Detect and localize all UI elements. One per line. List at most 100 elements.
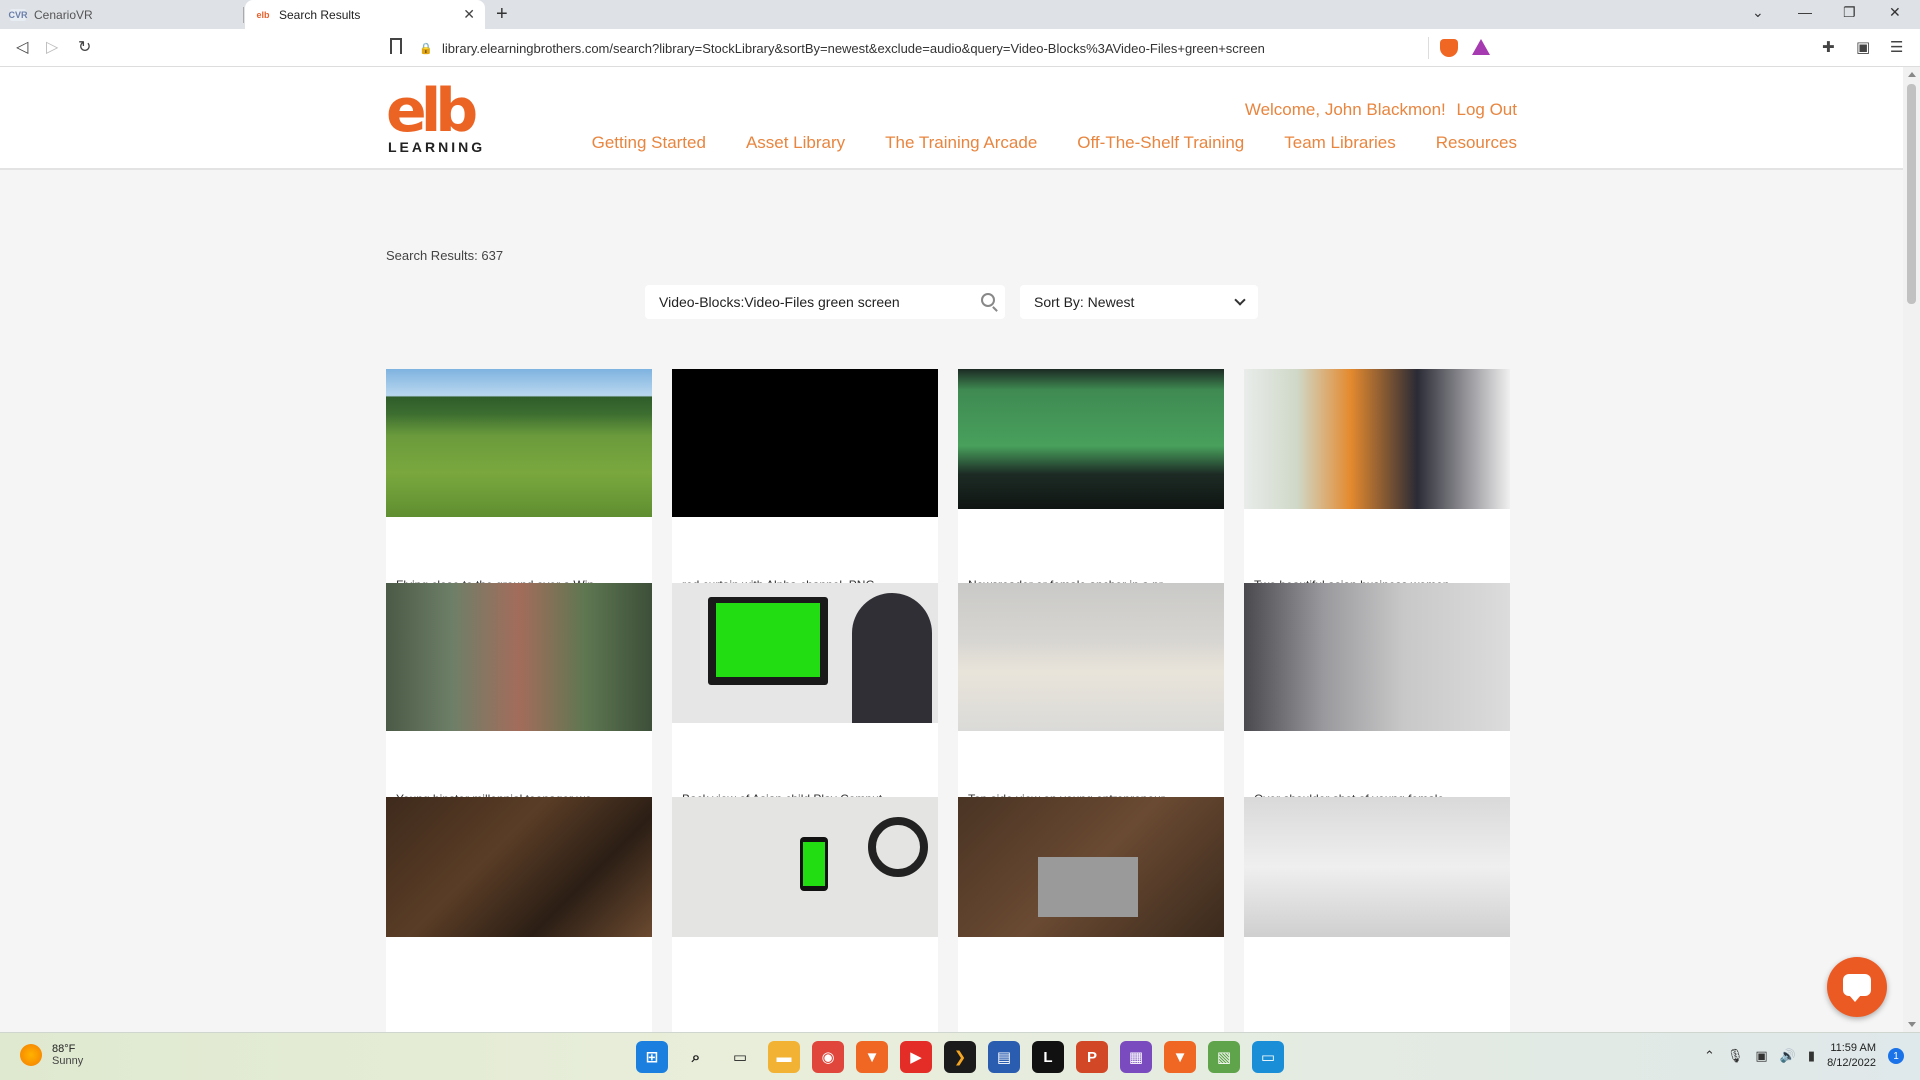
search-query: Video-Blocks:Video-Files green screen	[659, 294, 900, 310]
results-count: Search Results: 637	[386, 248, 504, 263]
video-thumbnail-hipster-laptop	[386, 583, 652, 731]
logo-word: LEARNING	[388, 139, 486, 155]
result-card[interactable]: Back view of Asian child Play Comput...	[672, 583, 938, 824]
weather-temp: 88°F	[52, 1043, 76, 1055]
sun-icon	[20, 1044, 42, 1066]
wallet-icon[interactable]: ▣	[1856, 38, 1870, 56]
new-tab-icon[interactable]: +	[496, 3, 508, 26]
battery-icon[interactable]: ▮	[1808, 1048, 1815, 1064]
brave-rewards-icon[interactable]	[1472, 39, 1490, 55]
logo-mark: elb	[386, 76, 478, 146]
nav-resources[interactable]: Resources	[1436, 133, 1517, 153]
file-explorer-icon[interactable]: ▬	[768, 1041, 800, 1073]
page-scrollbar[interactable]	[1903, 67, 1920, 1032]
logout-link[interactable]: Log Out	[1457, 100, 1518, 119]
scrollbar-thumb[interactable]	[1907, 84, 1916, 304]
restore-icon[interactable]: ❐	[1843, 4, 1856, 21]
result-card[interactable]: Two beautiful asian business women ...	[1244, 369, 1510, 610]
result-card[interactable]: Over shoulder shot of young female ...	[1244, 583, 1510, 824]
green-screen	[716, 603, 820, 677]
chat-button[interactable]	[1827, 957, 1887, 1017]
headphones-shape	[868, 817, 928, 877]
video-thumbnail-phone-green	[672, 797, 938, 937]
microphone-icon[interactable]: 🎙	[1727, 1048, 1744, 1064]
search-icon[interactable]	[981, 293, 995, 307]
welcome-area: Welcome, John Blackmon! Log Out	[1245, 100, 1517, 120]
clock[interactable]: 11:59 AM 8/12/2022	[1827, 1041, 1876, 1071]
show-hidden-icons-icon[interactable]: ⌃	[1704, 1048, 1715, 1064]
close-tab-icon[interactable]: ✕	[463, 6, 475, 23]
result-card[interactable]	[958, 797, 1224, 1032]
phone-green-screen	[803, 842, 825, 886]
task-view-icon[interactable]: ▭	[724, 1041, 756, 1073]
tab-cenariovr[interactable]: CVR CenarioVR	[0, 0, 243, 29]
nav-asset-library[interactable]: Asset Library	[746, 133, 845, 153]
scroll-down-icon[interactable]	[1908, 1022, 1916, 1027]
clock-time: 11:59 AM	[1830, 1042, 1876, 1054]
address-bar[interactable]: 🔒 library.elearningbrothers.com/search?l…	[419, 34, 1480, 62]
minimize-icon[interactable]: —	[1798, 4, 1812, 20]
video-thumbnail-child-computer	[672, 583, 938, 723]
brave-beta-icon[interactable]: ▼	[1164, 1041, 1196, 1073]
weather-desc: Sunny	[52, 1055, 84, 1067]
video-thumbnail-meadow	[386, 369, 652, 517]
system-tray: ⌃ 🎙 ▣ 🔊 ▮ 11:59 AM 8/12/2022 1	[1704, 1041, 1904, 1071]
notes-app-icon[interactable]: ▤	[988, 1041, 1020, 1073]
result-card[interactable]	[386, 797, 652, 1032]
plex-icon[interactable]: ❯	[944, 1041, 976, 1073]
nav-training-arcade[interactable]: The Training Arcade	[885, 133, 1037, 153]
sort-dropdown[interactable]: Sort By: Newest	[1020, 285, 1258, 319]
brave-shields-icon[interactable]	[1440, 39, 1458, 57]
child-silhouette	[852, 593, 932, 723]
result-card[interactable]	[1244, 797, 1510, 1032]
powerpoint-icon[interactable]: P	[1076, 1041, 1108, 1073]
screen-app-icon[interactable]: ▭	[1252, 1041, 1284, 1073]
forward-icon[interactable]: ▷	[46, 37, 58, 57]
close-window-icon[interactable]: ✕	[1889, 4, 1901, 21]
nav-off-the-shelf-training[interactable]: Off-The-Shelf Training	[1077, 133, 1244, 153]
scroll-up-icon[interactable]	[1908, 72, 1916, 77]
bookmark-icon[interactable]	[390, 38, 402, 54]
result-card[interactable]: Young hipster millennial teenager wo...	[386, 583, 652, 824]
windows-taskbar: 88°F Sunny ⊞ ⌕ ▭ ▬ ◉ ▼ ▶ ❯ ▤ L P ▦ ▼ ▧ ▭…	[0, 1032, 1920, 1080]
video-thumbnail-newsroom	[958, 369, 1224, 509]
result-card[interactable]: red curtain with Alpha channel. PNG	[672, 369, 938, 610]
back-icon[interactable]: ◁	[16, 37, 28, 57]
windows-start-icon[interactable]: ⊞	[636, 1041, 668, 1073]
page-viewport: elb LEARNING Welcome, John Blackmon! Log…	[0, 67, 1903, 1032]
search-input[interactable]: Video-Blocks:Video-Files green screen	[645, 285, 1005, 319]
elb-favicon-icon: elb	[256, 9, 270, 20]
chrome-icon[interactable]: ◉	[812, 1041, 844, 1073]
welcome-text: Welcome, John Blackmon!	[1244, 100, 1446, 119]
elb-learning-logo[interactable]: elb LEARNING	[386, 81, 492, 159]
weather-widget[interactable]: 88°F Sunny	[20, 1043, 83, 1067]
nav-getting-started[interactable]: Getting Started	[592, 133, 706, 153]
lectora-icon[interactable]: L	[1032, 1041, 1064, 1073]
search-taskbar-icon[interactable]: ⌕	[680, 1041, 712, 1073]
image-app-icon[interactable]: ▧	[1208, 1041, 1240, 1073]
result-card[interactable]: Flying close to the ground over a Win...	[386, 369, 652, 610]
extensions-icon[interactable]: ✚	[1822, 38, 1835, 56]
youtube-music-icon[interactable]: ▶	[900, 1041, 932, 1073]
video-thumbnail-black	[672, 369, 938, 517]
clock-date: 8/12/2022	[1827, 1057, 1876, 1069]
volume-icon[interactable]: 🔊	[1780, 1048, 1796, 1064]
brave-taskbar-icon[interactable]: ▼	[856, 1041, 888, 1073]
taskbar-apps: ⊞ ⌕ ▭ ▬ ◉ ▼ ▶ ❯ ▤ L P ▦ ▼ ▧ ▭	[636, 1041, 1284, 1073]
tab-search-results[interactable]: elb Search Results ✕	[245, 0, 485, 29]
video-editor-icon[interactable]: ▦	[1120, 1041, 1152, 1073]
result-card[interactable]	[672, 797, 938, 1032]
tab-label: CenarioVR	[34, 7, 93, 22]
lock-icon: 🔒	[419, 42, 433, 55]
tab-separator	[243, 7, 244, 23]
result-card[interactable]: Newsreader or female anchor in a pr...	[958, 369, 1224, 610]
menu-icon[interactable]: ☰	[1890, 38, 1903, 56]
reload-icon[interactable]: ↻	[78, 37, 91, 57]
notification-badge[interactable]: 1	[1888, 1048, 1904, 1064]
network-icon[interactable]: ▣	[1755, 1048, 1767, 1064]
tab-search-dropdown-icon[interactable]: ⌄	[1752, 4, 1764, 21]
chevron-down-icon	[1234, 294, 1246, 306]
url-text: library.elearningbrothers.com/search?lib…	[442, 40, 1265, 56]
nav-team-libraries[interactable]: Team Libraries	[1284, 133, 1396, 153]
result-card[interactable]: Top side view on young entrepreneur...	[958, 583, 1224, 824]
